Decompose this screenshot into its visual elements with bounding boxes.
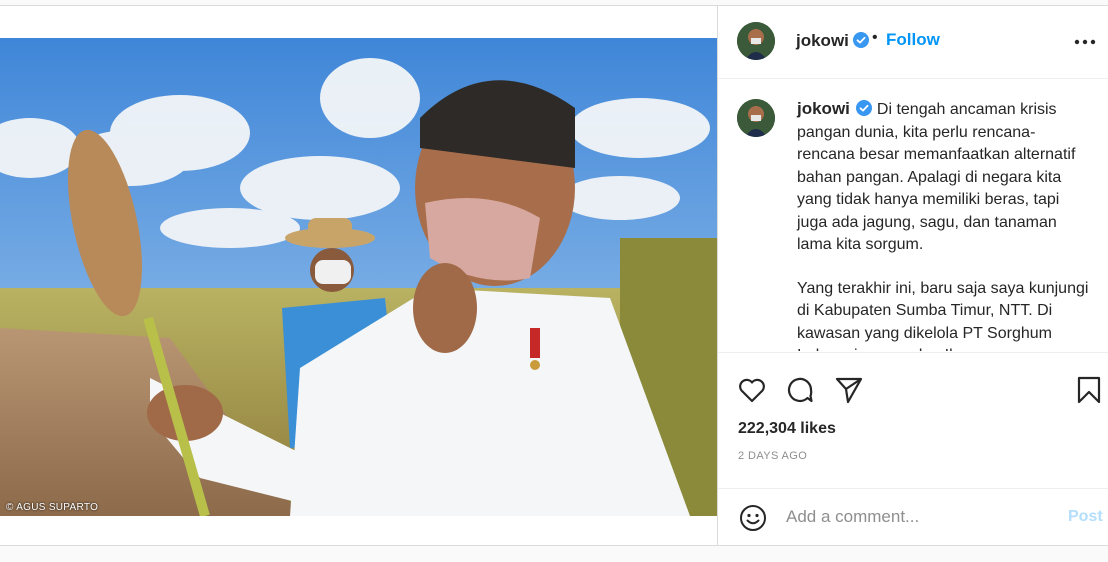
- more-options-icon[interactable]: [1074, 32, 1096, 52]
- caption-section: jokowi Di tengah ancaman krisis pangan du…: [718, 79, 1108, 351]
- separator-dot: •: [872, 29, 878, 46]
- post-photo[interactable]: © AGUS SUPARTO: [0, 38, 717, 516]
- post-modal: © AGUS SUPARTO jokowi • Follow jokowi Di…: [0, 5, 1108, 546]
- caption-paragraph-1: Di tengah ancaman krisis pangan dunia, k…: [797, 101, 1076, 253]
- verified-badge-icon: [852, 32, 869, 48]
- emoji-icon[interactable]: [739, 504, 767, 532]
- photo-credit: © AGUS SUPARTO: [6, 502, 99, 513]
- likes-count[interactable]: 222,304 likes: [738, 420, 836, 438]
- comment-input[interactable]: [786, 505, 1046, 529]
- author-username-text[interactable]: jokowi: [796, 31, 849, 50]
- post-sidebar: jokowi • Follow jokowi Di tengah ancaman…: [717, 6, 1108, 545]
- caption-text: jokowi Di tengah ancaman krisis pangan du…: [797, 98, 1093, 351]
- comment-bar: Post: [718, 488, 1108, 546]
- author-username[interactable]: jokowi: [796, 31, 869, 51]
- bookmark-icon[interactable]: [1074, 375, 1104, 405]
- caption-username[interactable]: jokowi: [797, 99, 850, 118]
- follow-button[interactable]: Follow: [886, 30, 940, 50]
- post-comment-button[interactable]: Post: [1068, 508, 1103, 526]
- post-timestamp[interactable]: 2 DAYS AGO: [738, 450, 807, 462]
- post-actions: 222,304 likes 2 DAYS AGO: [718, 352, 1108, 489]
- share-icon[interactable]: [834, 375, 864, 405]
- post-header: jokowi • Follow: [718, 6, 1108, 79]
- caption-author-avatar[interactable]: [737, 99, 775, 137]
- heart-icon[interactable]: [737, 375, 767, 405]
- post-media-area: © AGUS SUPARTO: [0, 6, 717, 545]
- caption-paragraph-2: Yang terakhir ini, baru saja saya kunjun…: [797, 279, 1089, 352]
- comment-icon[interactable]: [785, 375, 815, 405]
- verified-badge-icon: [855, 100, 872, 116]
- caption-paragraph: jokowi Di tengah ancaman krisis pangan du…: [797, 98, 1093, 257]
- author-avatar[interactable]: [737, 22, 775, 60]
